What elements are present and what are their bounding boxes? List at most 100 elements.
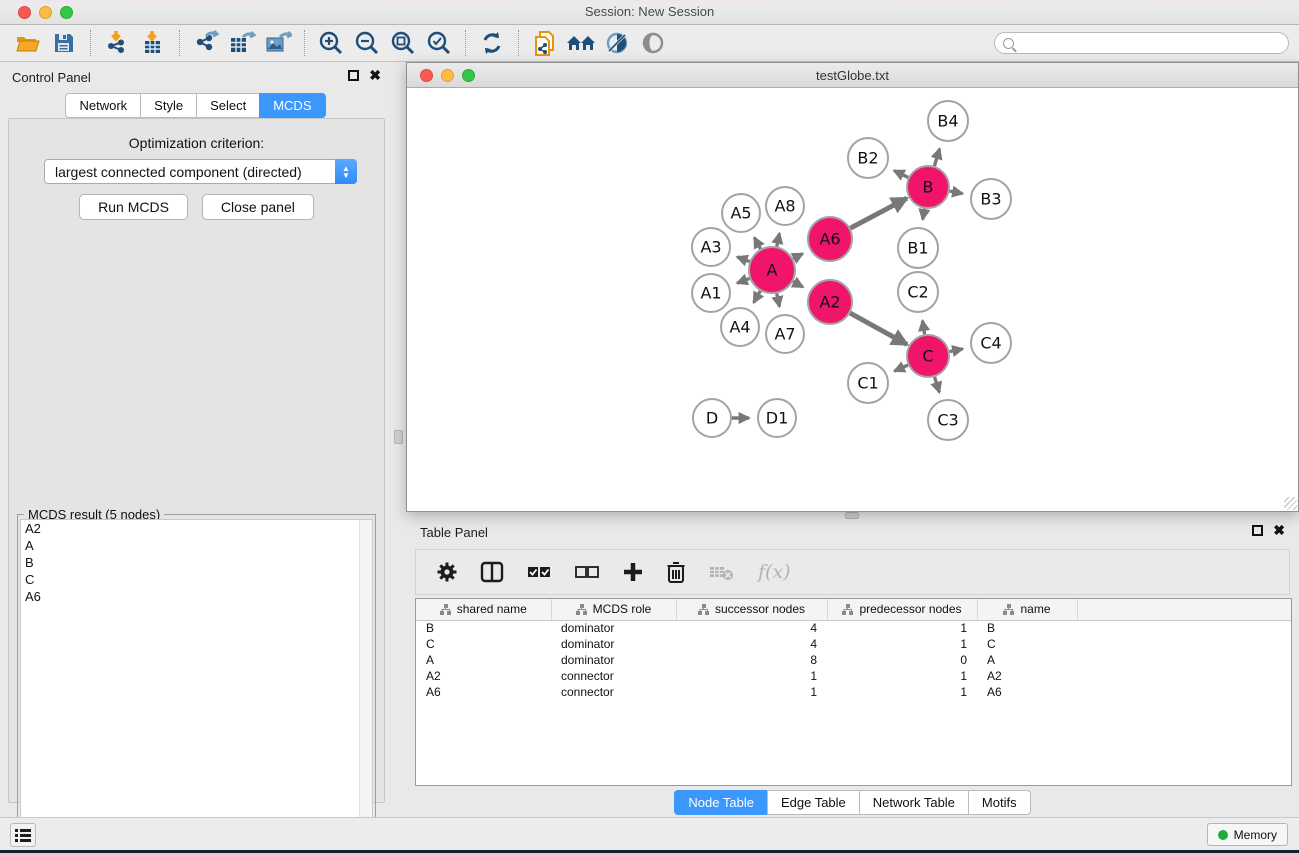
- table-row[interactable]: A2connector11A2: [416, 668, 1292, 684]
- zoom-in-icon[interactable]: [313, 28, 349, 58]
- export-table-icon[interactable]: [224, 28, 260, 58]
- run-mcds-button[interactable]: Run MCDS: [79, 194, 188, 220]
- edge-A-A5[interactable]: [754, 238, 760, 249]
- show-details-eye-icon[interactable]: [635, 28, 671, 58]
- node-A1[interactable]: A1: [692, 274, 730, 312]
- refresh-layout-icon[interactable]: [474, 28, 510, 58]
- edge-B-B4[interactable]: [934, 149, 939, 166]
- column-header-predecessor-nodes[interactable]: predecessor nodes: [827, 599, 977, 620]
- column-header-shared-name[interactable]: shared name: [416, 599, 551, 620]
- scrollbar-track[interactable]: [359, 520, 372, 848]
- zoom-out-icon[interactable]: [349, 28, 385, 58]
- node-D[interactable]: D: [693, 399, 731, 437]
- open-file-icon[interactable]: [10, 28, 46, 58]
- edge-A-A4[interactable]: [754, 291, 761, 303]
- import-network-icon[interactable]: [99, 28, 135, 58]
- edge-A-A2[interactable]: [793, 282, 803, 287]
- hide-graphics-details-icon[interactable]: [599, 28, 635, 58]
- export-network-icon[interactable]: [188, 28, 224, 58]
- node-C3[interactable]: C3: [928, 400, 968, 440]
- node-C1[interactable]: C1: [848, 363, 888, 403]
- edge-B-B3[interactable]: [950, 191, 963, 193]
- node-table[interactable]: shared nameMCDS rolesuccessor nodesprede…: [415, 598, 1292, 786]
- criterion-dropdown[interactable]: largest connected component (directed) ▲…: [44, 159, 357, 184]
- node-B2[interactable]: B2: [848, 138, 888, 178]
- tab-mcds[interactable]: MCDS: [259, 93, 325, 118]
- node-A4[interactable]: A4: [721, 308, 759, 346]
- search-input[interactable]: [1019, 36, 1280, 50]
- mcds-result-item[interactable]: A2: [21, 520, 372, 537]
- settings-gear-icon[interactable]: [436, 561, 458, 583]
- column-header-MCDS-role[interactable]: MCDS role: [551, 599, 676, 620]
- tab-network[interactable]: Network: [65, 93, 140, 118]
- node-A5[interactable]: A5: [722, 194, 760, 232]
- node-A3[interactable]: A3: [692, 228, 730, 266]
- memory-button[interactable]: Memory: [1207, 823, 1288, 846]
- node-B[interactable]: B: [907, 166, 949, 208]
- tab-node-table[interactable]: Node Table: [674, 790, 767, 815]
- deselect-all-columns-icon[interactable]: [574, 561, 600, 583]
- mcds-result-item[interactable]: A: [21, 537, 372, 554]
- node-B1[interactable]: B1: [898, 228, 938, 268]
- node-A8[interactable]: A8: [766, 187, 804, 225]
- tab-edge-table[interactable]: Edge Table: [767, 790, 859, 815]
- network-window-titlebar[interactable]: testGlobe.txt: [407, 63, 1298, 88]
- import-table-icon[interactable]: [135, 28, 171, 58]
- node-A2[interactable]: A2: [808, 280, 852, 324]
- edge-C-C4[interactable]: [950, 349, 963, 352]
- zoom-selected-icon[interactable]: [421, 28, 457, 58]
- node-A6[interactable]: A6: [808, 217, 852, 261]
- node-C4[interactable]: C4: [971, 323, 1011, 363]
- add-column-icon[interactable]: [622, 561, 644, 583]
- edge-A2-C[interactable]: [850, 313, 907, 344]
- node-A7[interactable]: A7: [766, 315, 804, 353]
- close-panel-icon[interactable]: ✖: [369, 70, 381, 81]
- table-row[interactable]: Cdominator41C: [416, 636, 1292, 652]
- close-panel-icon[interactable]: ✖: [1273, 525, 1285, 536]
- table-row[interactable]: Bdominator41B: [416, 620, 1292, 636]
- mcds-result-item[interactable]: C: [21, 571, 372, 588]
- edge-A-A7[interactable]: [777, 294, 780, 307]
- edge-B-B2[interactable]: [894, 171, 908, 178]
- tab-network-table[interactable]: Network Table: [859, 790, 968, 815]
- mcds-result-item[interactable]: A6: [21, 588, 372, 605]
- vertical-splitter-grip[interactable]: [394, 430, 403, 444]
- edge-C-C3[interactable]: [935, 377, 940, 392]
- table-row[interactable]: A6connector11A6: [416, 684, 1292, 700]
- float-panel-icon[interactable]: [348, 70, 359, 81]
- node-C2[interactable]: C2: [898, 272, 938, 312]
- tab-style[interactable]: Style: [140, 93, 196, 118]
- close-panel-button[interactable]: Close panel: [202, 194, 314, 220]
- resize-grip-icon[interactable]: [1284, 497, 1297, 510]
- edge-A-A3[interactable]: [737, 257, 749, 262]
- node-B4[interactable]: B4: [928, 101, 968, 141]
- column-header-name[interactable]: name: [977, 599, 1077, 620]
- task-history-button[interactable]: [10, 823, 36, 847]
- horizontal-splitter-grip[interactable]: [845, 512, 859, 519]
- node-C[interactable]: C: [907, 335, 949, 377]
- save-session-icon[interactable]: [46, 28, 82, 58]
- zoom-fit-icon[interactable]: [385, 28, 421, 58]
- edge-B-B1[interactable]: [923, 209, 925, 220]
- edge-A-A8[interactable]: [777, 233, 780, 246]
- mcds-result-list[interactable]: A2ABCA6: [20, 519, 373, 849]
- float-panel-icon[interactable]: [1252, 525, 1263, 536]
- export-image-icon[interactable]: [260, 28, 296, 58]
- node-B3[interactable]: B3: [971, 179, 1011, 219]
- node-D1[interactable]: D1: [758, 399, 796, 437]
- search-field[interactable]: [994, 32, 1289, 54]
- tab-motifs[interactable]: Motifs: [968, 790, 1031, 815]
- select-all-columns-icon[interactable]: [526, 561, 552, 583]
- node-A[interactable]: A: [749, 247, 795, 293]
- edge-A-A1[interactable]: [737, 278, 749, 283]
- table-row[interactable]: Adominator80A: [416, 652, 1292, 668]
- tab-select[interactable]: Select: [196, 93, 259, 118]
- edge-A-A6[interactable]: [793, 254, 802, 259]
- toggle-column-view-icon[interactable]: [480, 561, 504, 583]
- edge-C-C1[interactable]: [894, 365, 907, 371]
- network-canvas[interactable]: B4 B2 B B3 A8A5 A6 A3 B1 A A1 C2 A2 A4A7 C4 C C1 C3 D D1: [407, 89, 1298, 511]
- edge-A6-B[interactable]: [850, 198, 906, 228]
- home-icon[interactable]: [563, 28, 599, 58]
- mcds-result-item[interactable]: B: [21, 554, 372, 571]
- new-network-from-selection-icon[interactable]: [527, 28, 563, 58]
